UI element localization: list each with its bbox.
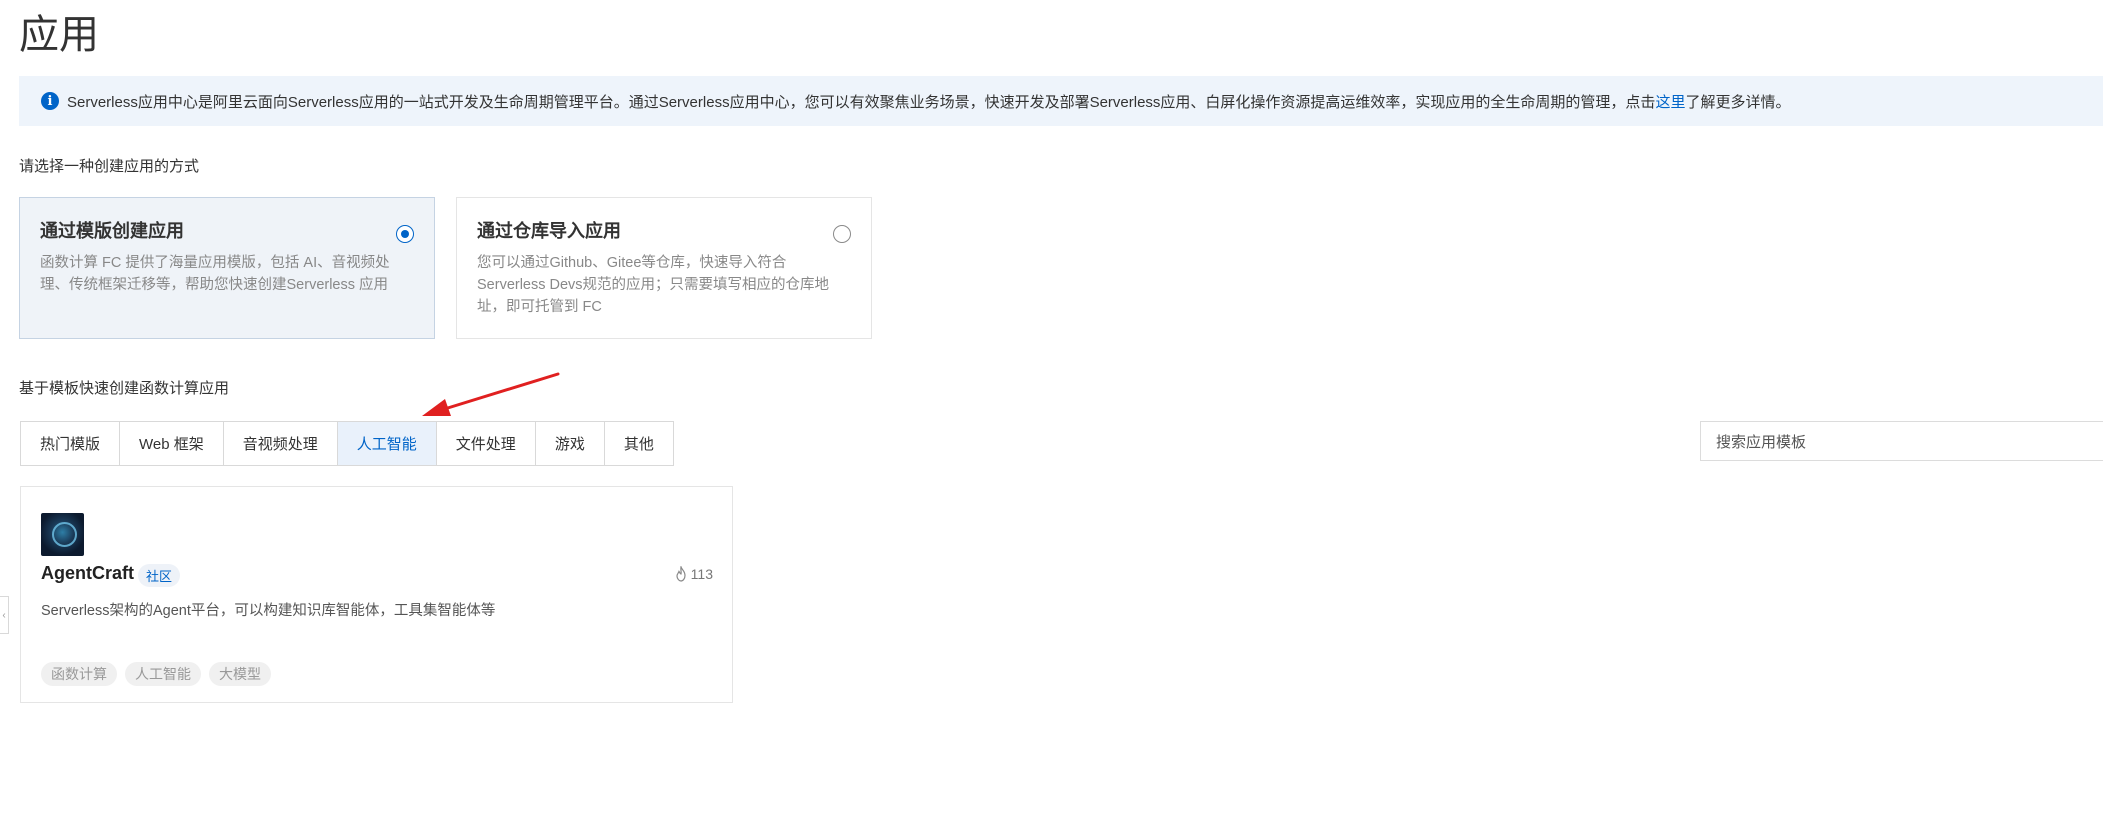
info-text-tail: 了解更多详情。	[1685, 93, 1791, 111]
repo-import-radio[interactable]	[833, 225, 851, 243]
search-placeholder: 搜索应用模板	[1716, 433, 1807, 451]
tab-ai[interactable]: 人工智能	[337, 422, 437, 465]
template-create-description: 函数计算 FC 提供了海量应用模版，包括 AI、音视频处理、传统框架迁移等，帮助…	[40, 255, 390, 293]
template-create-title: 通过模版创建应用	[40, 221, 184, 241]
agentcraft-logo	[41, 513, 84, 556]
app-template-card[interactable]: AgentCraft 社区 113 Serverless架构的Agent平台，可…	[20, 486, 733, 703]
tab-file-processing[interactable]: 文件处理	[436, 422, 536, 465]
tab-audio-video[interactable]: 音视频处理	[223, 422, 338, 465]
template-create-radio[interactable]	[396, 225, 414, 243]
info-banner: i Serverless应用中心是阿里云面向Serverless应用的一站式开发…	[19, 76, 2103, 126]
info-icon: i	[41, 92, 59, 110]
learn-more-link[interactable]: 这里	[1655, 94, 1685, 111]
flame-icon	[676, 566, 686, 582]
repo-import-title: 通过仓库导入应用	[477, 221, 621, 241]
community-badge: 社区	[138, 564, 181, 587]
repo-import-description: 您可以通过Github、Gitee等仓库，快速导入符合 Serverless D…	[477, 255, 830, 315]
chevron-left-icon[interactable]: ‹	[0, 596, 9, 634]
template-create-option[interactable]: 通过模版创建应用 函数计算 FC 提供了海量应用模版，包括 AI、音视频处理、传…	[19, 197, 435, 339]
hot-count: 113	[674, 566, 713, 582]
tab-games[interactable]: 游戏	[535, 422, 605, 465]
template-search-input[interactable]: 搜索应用模板	[1700, 421, 2103, 461]
template-category-tabs: 热门模版 Web 框架 音视频处理 人工智能 文件处理 游戏 其他	[20, 421, 674, 466]
tab-web-framework[interactable]: Web 框架	[120, 422, 224, 465]
template-section-label: 基于模板快速创建函数计算应用	[19, 380, 230, 397]
tag-item: 人工智能	[125, 662, 201, 686]
app-tags: 函数计算 人工智能 大模型	[41, 662, 271, 686]
info-text: Serverless应用中心是阿里云面向Serverless应用的一站式开发及生…	[67, 91, 1790, 112]
repo-import-option[interactable]: 通过仓库导入应用 您可以通过Github、Gitee等仓库，快速导入符合 Ser…	[456, 197, 872, 339]
tag-item: 函数计算	[41, 662, 117, 686]
create-mode-label: 请选择一种创建应用的方式	[19, 158, 200, 175]
tag-item: 大模型	[209, 662, 271, 686]
tab-others[interactable]: 其他	[604, 422, 673, 465]
app-name: AgentCraft	[41, 563, 134, 583]
info-text-main: Serverless应用中心是阿里云面向Serverless应用的一站式开发及生…	[67, 93, 1656, 111]
hot-count-value: 113	[690, 566, 713, 582]
app-description: Serverless架构的Agent平台，可以构建知识库智能体，工具集智能体等	[41, 603, 496, 619]
tab-popular[interactable]: 热门模版	[21, 422, 121, 465]
page-title: 应用	[19, 13, 99, 57]
